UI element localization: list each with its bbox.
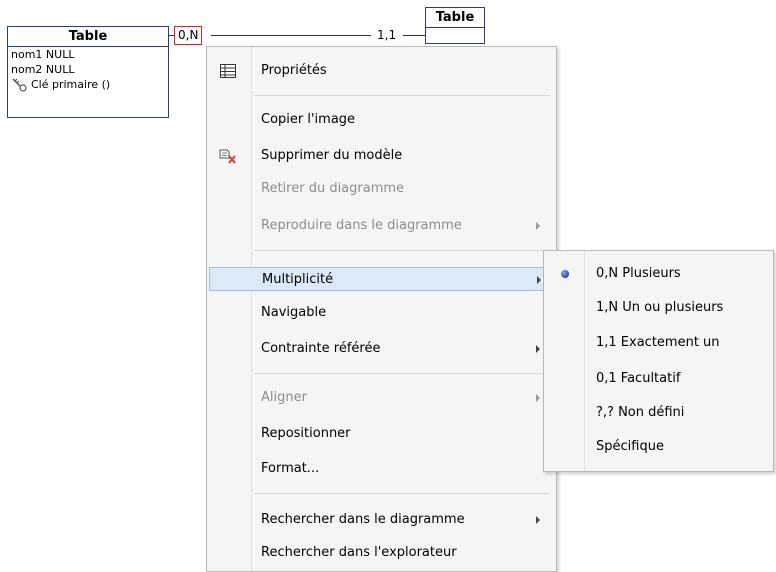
submenu-item-undefined[interactable]: ?,? Non défini [546,399,771,427]
menu-item-format[interactable]: Format... [209,457,554,481]
entity-table-2[interactable]: Table [425,7,485,44]
primary-key-label: Clé primaire () [31,78,111,91]
submenu-item-label: Spécifique [596,439,664,454]
search-in-explorer-label: Rechercher dans l'explorateur [261,545,457,560]
cardinality-right[interactable]: 1,1 [377,27,396,44]
table-1-title: Table [8,27,168,47]
menu-separator [254,250,550,251]
submenu-item-label: 0,1 Facultatif [596,371,681,386]
radio-selected-icon [561,270,569,278]
table-1-primary-key: Clé primaire () [8,77,168,92]
properties-icon [220,64,236,78]
context-menu: Propriétés Copier l'image Supprimer du m… [206,46,557,572]
submenu-arrow-icon [536,516,540,524]
menu-separator [254,373,550,374]
submenu-item-01[interactable]: 0,1 Facultatif [546,365,771,393]
navigable-label: Navigable [261,305,327,320]
submenu-arrow-icon [536,222,540,230]
menu-item-navigable[interactable]: Navigable [209,301,554,325]
menu-item-reposition[interactable]: Repositionner [209,422,554,446]
relation-line[interactable] [211,35,371,36]
menu-item-search-in-diagram[interactable]: Rechercher dans le diagramme [209,508,554,532]
reposition-label: Repositionner [261,426,351,441]
delete-from-model-label: Supprimer du modèle [261,148,403,163]
submenu-item-specific[interactable]: Spécifique [546,433,771,461]
menu-item-delete-from-model[interactable]: Supprimer du modèle [209,144,554,168]
submenu-item-label: 0,N Plusieurs [596,266,681,281]
entity-table-1[interactable]: Table nom1 NULL nom2 NULL Clé primaire (… [7,26,169,118]
copy-image-label: Copier l'image [261,112,356,127]
cardinality-left[interactable]: 0,N [174,26,203,45]
submenu-item-11[interactable]: 1,1 Exactement un [546,329,771,357]
submenu-item-label: 1,N Un ou plusieurs [596,300,724,315]
relation-line-right [403,35,425,36]
referenced-constraint-label: Contrainte référée [261,341,381,356]
menu-item-remove-from-diagram[interactable]: Retirer du diagramme [209,177,554,201]
submenu-arrow-icon [537,276,541,284]
menu-item-align[interactable]: Aligner [209,386,554,410]
submenu-item-label: 1,1 Exactement un [596,335,720,350]
menu-separator [254,95,550,96]
menu-item-referenced-constraint[interactable]: Contrainte référée [209,337,554,361]
table-1-column-1: nom1 NULL [11,48,75,61]
remove-from-diagram-label: Retirer du diagramme [261,181,405,196]
multiplicity-label: Multiplicité [262,272,334,287]
submenu-arrow-icon [536,394,540,402]
menu-item-copy-image[interactable]: Copier l'image [209,108,554,132]
reproduce-in-diagram-label: Reproduire dans le diagramme [261,218,462,233]
align-label: Aligner [261,390,307,405]
submenu-item-1n[interactable]: 1,N Un ou plusieurs [546,294,771,322]
submenu-item-label: ?,? Non défini [596,405,685,420]
search-in-diagram-label: Rechercher dans le diagramme [261,512,465,527]
properties-label: Propriétés [261,63,327,78]
key-icon [12,78,27,92]
submenu-arrow-icon [536,345,540,353]
format-label: Format... [261,461,320,476]
menu-separator [254,493,550,494]
submenu-item-0n[interactable]: 0,N Plusieurs [546,260,771,288]
delete-icon [219,149,236,164]
menu-item-reproduce-in-diagram[interactable]: Reproduire dans le diagramme [209,214,554,238]
multiplicity-submenu: 0,N Plusieurs 1,N Un ou plusieurs 1,1 Ex… [543,250,774,472]
table-1-column-2: nom2 NULL [11,63,75,76]
menu-item-search-in-explorer[interactable]: Rechercher dans l'explorateur [209,541,554,565]
menu-item-properties[interactable]: Propriétés [209,59,554,83]
table-2-title: Table [426,8,484,28]
menu-item-multiplicity[interactable]: Multiplicité [209,267,554,291]
